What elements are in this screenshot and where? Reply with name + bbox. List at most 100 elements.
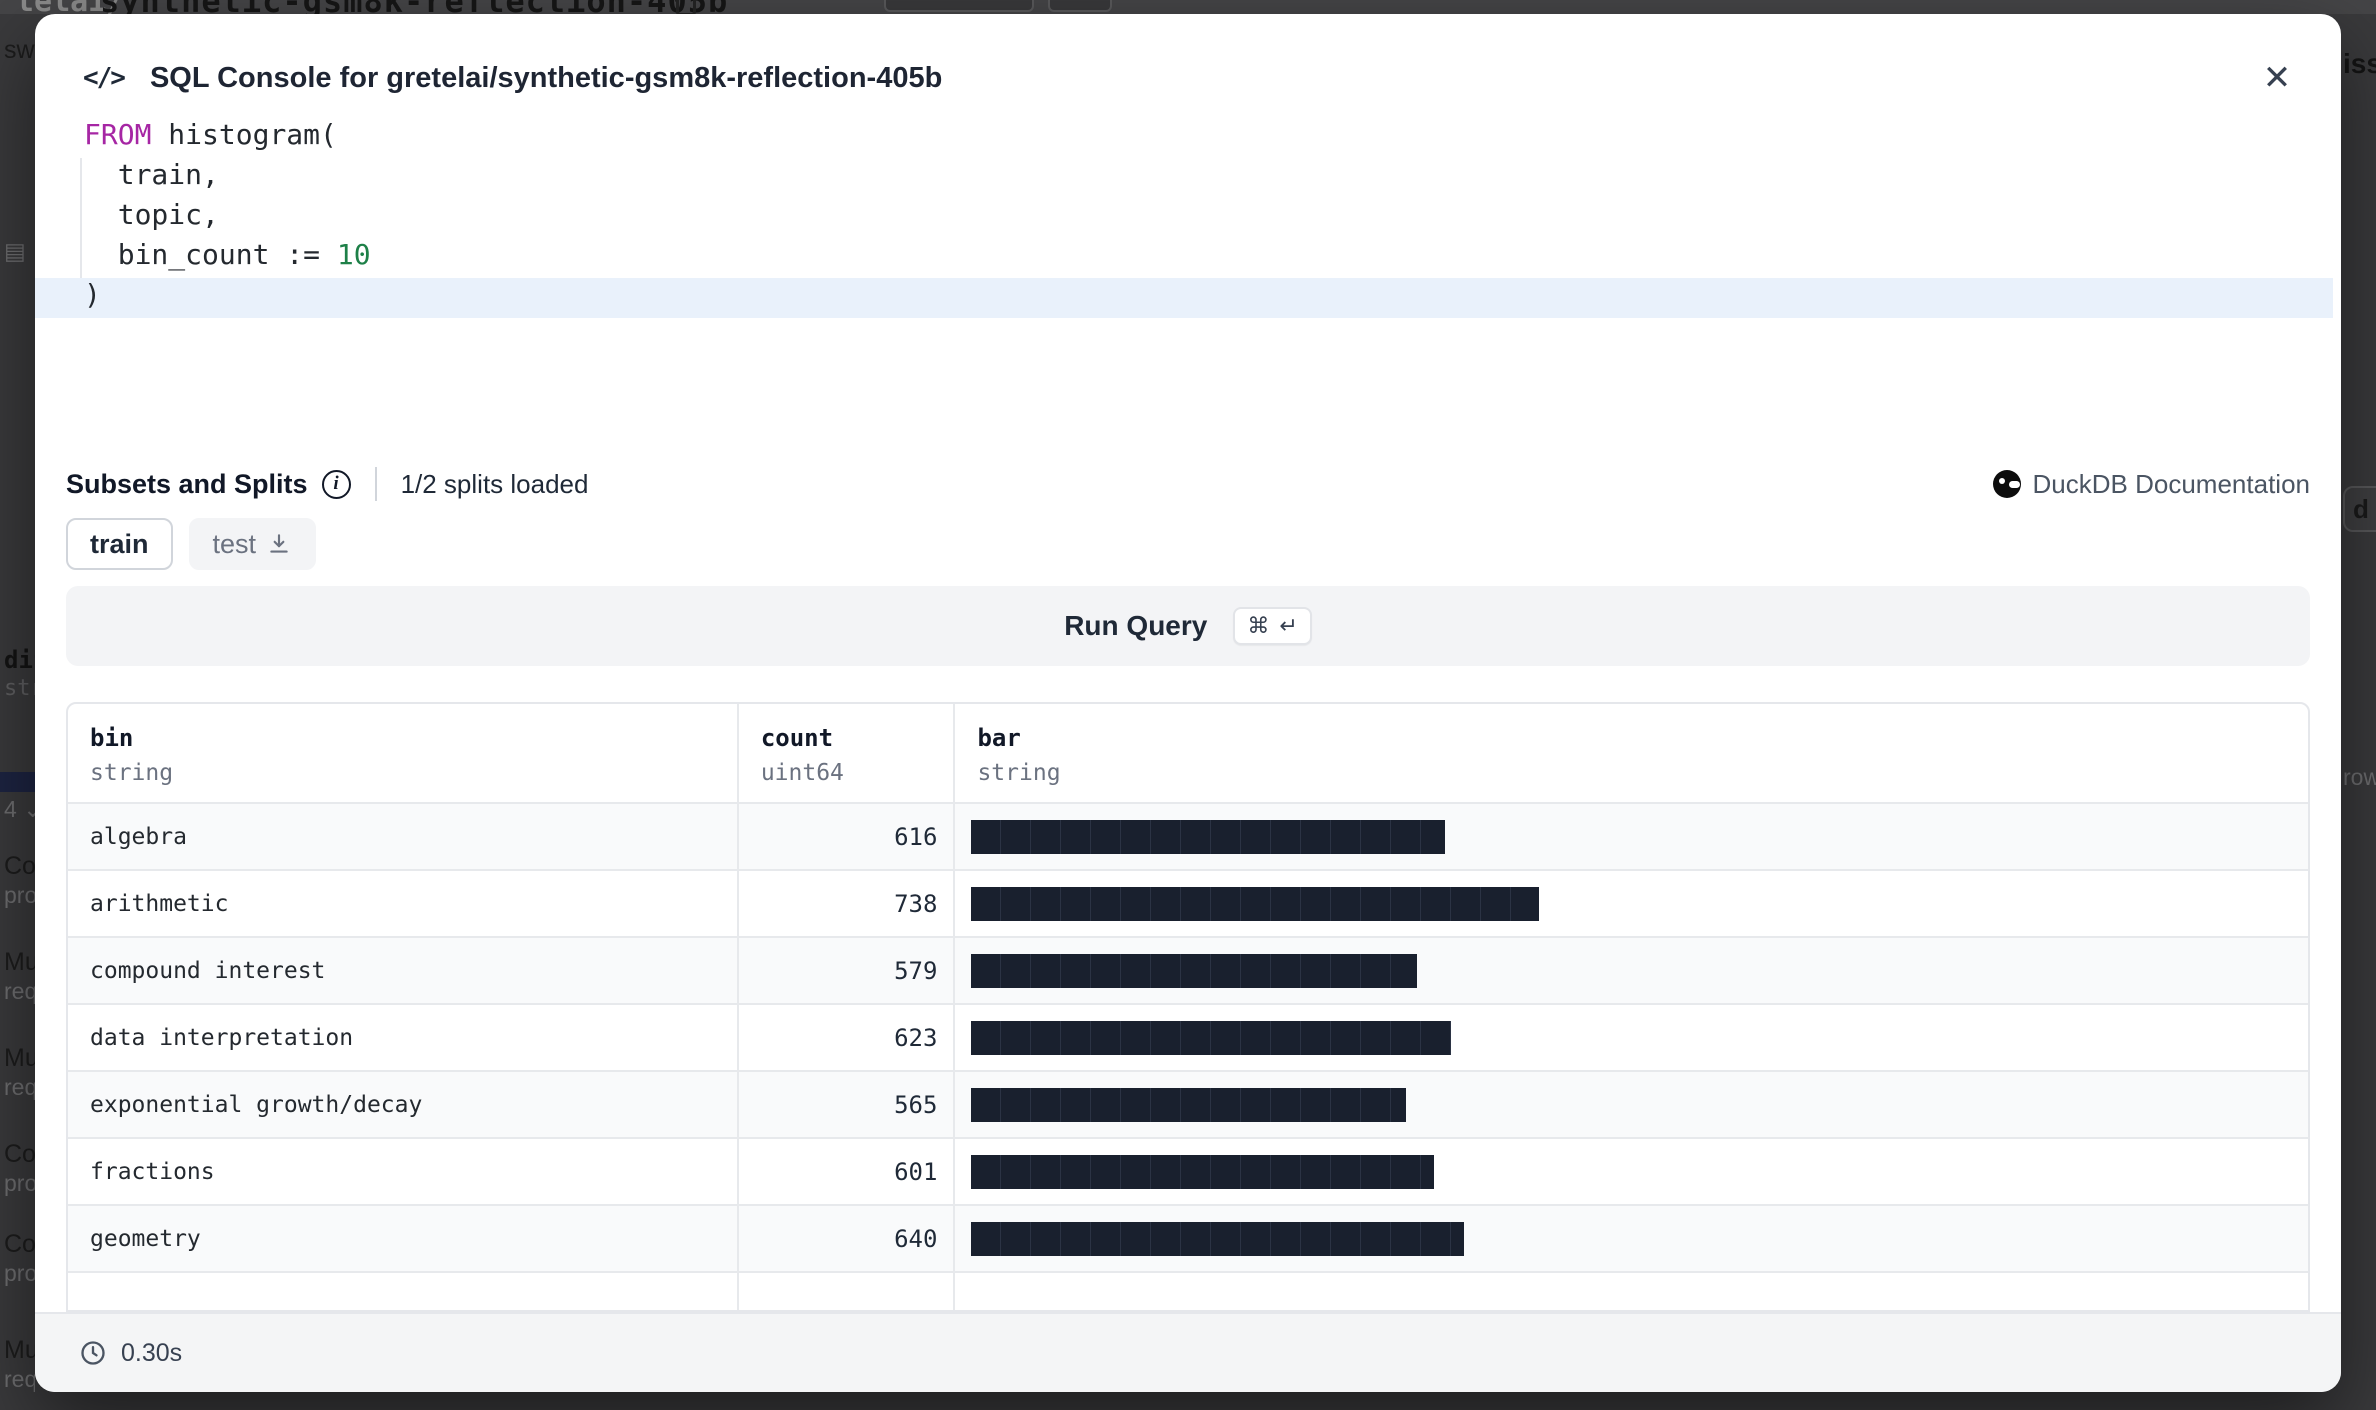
- histogram-bar: [971, 887, 1539, 921]
- cell-count: 738: [739, 871, 954, 936]
- background-text-fragment: 4 ⌄: [4, 796, 35, 823]
- code-line[interactable]: FROM histogram(: [35, 118, 2341, 158]
- background-text-fragment: Mul: [4, 1044, 35, 1073]
- cell-bin: [68, 1273, 737, 1312]
- cell-count: 565: [739, 1072, 954, 1137]
- sql-console-modal: </> SQL Console for gretelai/synthetic-g…: [35, 14, 2341, 1392]
- cell-count: 623: [739, 1005, 954, 1070]
- table-row[interactable]: exponential growth/decay565: [68, 1072, 2308, 1139]
- modal-header: </> SQL Console for gretelai/synthetic-g…: [83, 50, 2301, 106]
- cell-bar: [955, 1273, 2308, 1312]
- cell-count: 640: [739, 1206, 954, 1271]
- split-button-train[interactable]: train: [66, 518, 173, 570]
- splits-list: train test: [66, 518, 316, 570]
- background-text-fragment: pro: [4, 1260, 35, 1287]
- table-header: bin string count uint64 bar string: [68, 704, 2308, 804]
- cell-count: 616: [739, 804, 954, 869]
- code-token-pl: ): [84, 278, 101, 311]
- divider: [375, 467, 377, 501]
- cell-bin: exponential growth/decay: [68, 1072, 737, 1137]
- background-page-left-edge: sw▤ ⌄difstr4 ⌄ComproMulreqMulreqComproCo…: [0, 0, 35, 1410]
- table-row[interactable]: data interpretation623: [68, 1005, 2308, 1072]
- cell-count: 579: [739, 938, 954, 1003]
- run-query-label: Run Query: [1064, 610, 1207, 642]
- background-text-fragment: pro: [4, 1170, 35, 1197]
- info-icon[interactable]: i: [322, 470, 351, 499]
- histogram-bar: [971, 1222, 1464, 1256]
- background-text-fragment: Com: [4, 1230, 35, 1259]
- background-text-fragment: row: [2343, 764, 2376, 791]
- subsets-heading: Subsets and Splits: [66, 469, 308, 500]
- table-row-clipped[interactable]: [68, 1273, 2308, 1312]
- background-text-fragment: req: [4, 1366, 35, 1393]
- query-duration: 0.30s: [79, 1339, 182, 1368]
- splits-loaded-status: 1/2 splits loaded: [401, 469, 589, 500]
- background-text-fragment: dif: [4, 646, 35, 674]
- code-token-num: 10: [337, 238, 371, 271]
- table-row[interactable]: algebra616: [68, 804, 2308, 871]
- code-line-active[interactable]: ): [35, 278, 2333, 318]
- background-text-fragment: Mul: [4, 948, 35, 977]
- modal-title: SQL Console for gretelai/synthetic-gsm8k…: [150, 62, 942, 95]
- sql-editor[interactable]: FROM histogram( train, topic, bin_count …: [35, 118, 2341, 358]
- duckdb-logo-icon: [1993, 470, 2021, 498]
- histogram-bar: [971, 1088, 1406, 1122]
- code-line[interactable]: bin_count := 10: [35, 238, 2341, 278]
- duckdb-documentation-link[interactable]: DuckDB Documentation: [1993, 469, 2310, 500]
- background-text-fragment: issa: [2343, 48, 2376, 80]
- code-line[interactable]: topic,: [35, 198, 2341, 238]
- background-text-fragment: req: [4, 978, 35, 1005]
- code-line[interactable]: train,: [35, 158, 2341, 198]
- copy-icon: [676, 0, 696, 14]
- cell-bin: compound interest: [68, 938, 737, 1003]
- histogram-bar: [971, 820, 1445, 854]
- cell-bin: data interpretation: [68, 1005, 737, 1070]
- return-key-icon: ↵: [1279, 613, 1297, 639]
- cell-bin: algebra: [68, 804, 737, 869]
- table-row[interactable]: arithmetic738: [68, 871, 2308, 938]
- background-page-top-strip: telai/ synthetic-gsm8k-reflection-405b: [0, 0, 2376, 14]
- cell-bin: arithmetic: [68, 871, 737, 936]
- split-label: test: [213, 529, 257, 560]
- code-token-pl: histogram(: [151, 118, 336, 151]
- cell-count: 601: [739, 1139, 954, 1204]
- cell-bar: [955, 1139, 2308, 1204]
- cell-bar: [955, 804, 2308, 869]
- code-token-pl: train,: [84, 158, 219, 191]
- column-header-bin[interactable]: bin string: [68, 704, 737, 802]
- histogram-bar: [971, 954, 1417, 988]
- split-button-test[interactable]: test: [189, 518, 317, 570]
- histogram-bar: [971, 1021, 1451, 1055]
- table-row[interactable]: fractions601: [68, 1139, 2308, 1206]
- keyboard-shortcut-badge: ⌘↵: [1233, 607, 1311, 645]
- duckdb-documentation-label: DuckDB Documentation: [2033, 469, 2310, 500]
- command-key-icon: ⌘: [1247, 613, 1269, 639]
- background-dataset-title: synthetic-gsm8k-reflection-405b: [100, 0, 728, 14]
- cell-bar: [955, 1072, 2308, 1137]
- cell-bin: geometry: [68, 1206, 737, 1271]
- run-query-button[interactable]: Run Query ⌘↵: [66, 586, 2310, 666]
- code-token-pl: topic,: [84, 198, 219, 231]
- subsets-and-splits-bar: Subsets and Splits i 1/2 splits loaded D…: [66, 462, 2310, 506]
- cell-bin: fractions: [68, 1139, 737, 1204]
- column-header-bar[interactable]: bar string: [955, 704, 2308, 802]
- modal-footer: 0.30s: [35, 1312, 2341, 1392]
- cell-bar: [955, 1005, 2308, 1070]
- download-icon: [266, 531, 292, 557]
- clock-icon: [79, 1339, 107, 1367]
- background-text-fragment: Com: [4, 852, 35, 881]
- histogram-bar: [971, 1155, 1434, 1189]
- background-button-fragment: [884, 0, 1034, 12]
- table-row[interactable]: compound interest579: [68, 938, 2308, 1005]
- results-table: bin string count uint64 bar string algeb…: [66, 702, 2310, 1312]
- background-text-fragment: req: [4, 1074, 35, 1101]
- cell-bar: [955, 871, 2308, 936]
- close-icon[interactable]: ✕: [2253, 54, 2301, 102]
- table-row[interactable]: geometry640: [68, 1206, 2308, 1273]
- background-selected-row-fragment: [0, 772, 35, 792]
- background-text-fragment: str: [4, 676, 35, 701]
- column-header-count[interactable]: count uint64: [739, 704, 954, 802]
- code-token-pl: bin_count :=: [84, 238, 337, 271]
- background-text-fragment: Com: [4, 1140, 35, 1169]
- code-icon: </>: [83, 63, 124, 93]
